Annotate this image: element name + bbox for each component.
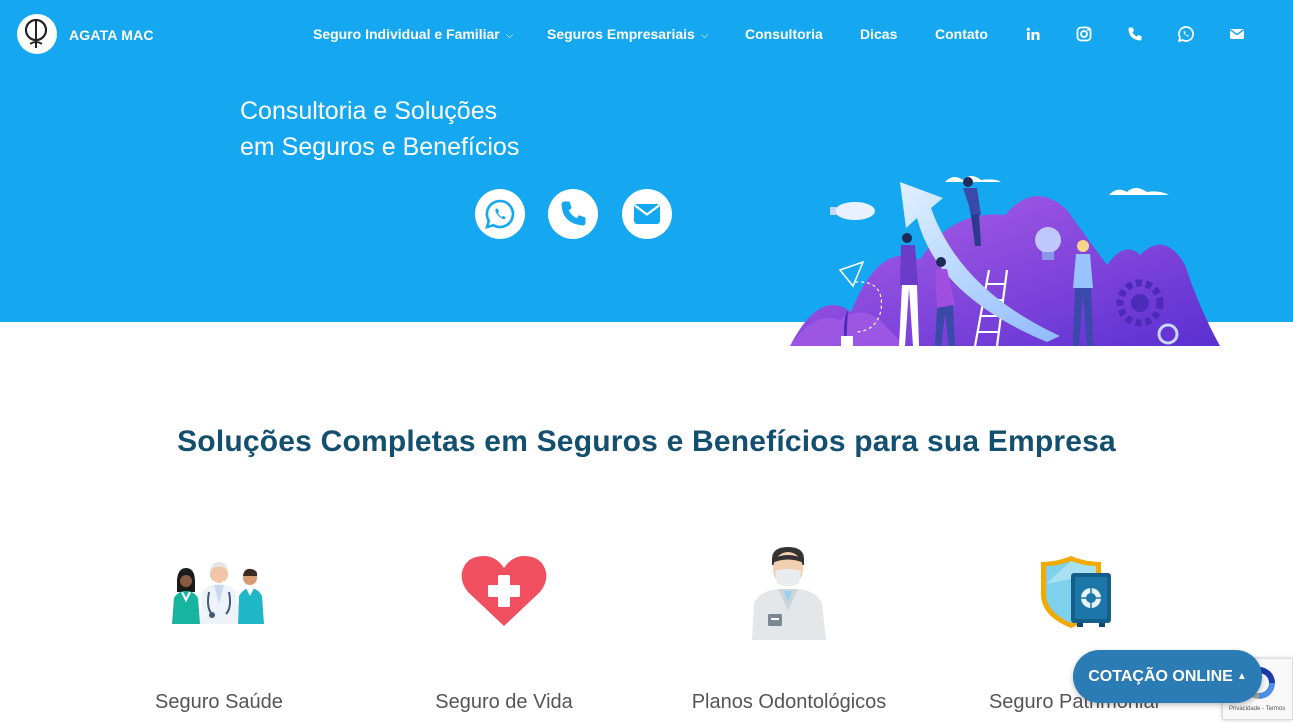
dentist-icon [752,547,826,640]
heart-plus-icon [461,556,547,626]
hero-title-line-2: em Seguros e Benefícios [240,133,520,161]
whatsapp-icon[interactable] [1177,25,1195,43]
nav-consultoria[interactable]: Consultoria [745,26,823,46]
nav-dicas[interactable]: Dicas [860,26,897,46]
instagram-icon[interactable] [1075,25,1093,43]
nav-seguros-empresariais[interactable]: Seguros Empresariais ⌵ [547,26,708,46]
email-icon[interactable] [1228,25,1246,43]
phone-icon [561,201,586,226]
phone-button[interactable] [548,189,598,239]
nav-label: Seguros Empresariais [547,26,695,42]
chevron-down-icon: ⌵ [505,30,514,41]
hero-title: Consultoria e Soluções em Seguros e Bene… [240,93,519,165]
card-label-seguro-saude[interactable]: Seguro Saúde [89,691,349,714]
section-title: Soluções Completas em Seguros e Benefíci… [177,425,1116,458]
brand-name[interactable]: AGATA MAC [69,27,154,43]
whatsapp-icon [485,199,515,229]
nav-label: Seguro Individual e Familiar [313,26,500,42]
linkedin-icon[interactable] [1024,25,1042,43]
nav-seguro-individual[interactable]: Seguro Individual e Familiar ⌵ [313,26,513,46]
phone-icon[interactable] [1126,25,1144,43]
shield-safe-icon [1041,556,1111,628]
caret-up-icon: ▲ [1236,671,1247,682]
email-button[interactable] [622,189,672,239]
card-label-seguro-vida[interactable]: Seguro de Vida [374,691,634,714]
cotacao-online-button[interactable]: COTAÇÃO ONLINE ▲ [1073,650,1262,703]
card-label-planos-odontologicos[interactable]: Planos Odontológicos [659,691,919,714]
logo-icon [24,18,48,48]
logo[interactable] [17,14,57,54]
recaptcha-links[interactable]: Privacidade - Termos [1229,706,1285,712]
email-icon [634,204,660,224]
whatsapp-button[interactable] [475,189,525,239]
hero-title-line-1: Consultoria e Soluções [240,97,498,125]
chevron-down-icon: ⌵ [700,30,709,41]
nav-contato[interactable]: Contato [935,26,988,46]
cotacao-label: COTAÇÃO ONLINE [1088,668,1233,685]
doctors-icon [172,562,264,624]
business-growth-illustration [790,176,1220,347]
